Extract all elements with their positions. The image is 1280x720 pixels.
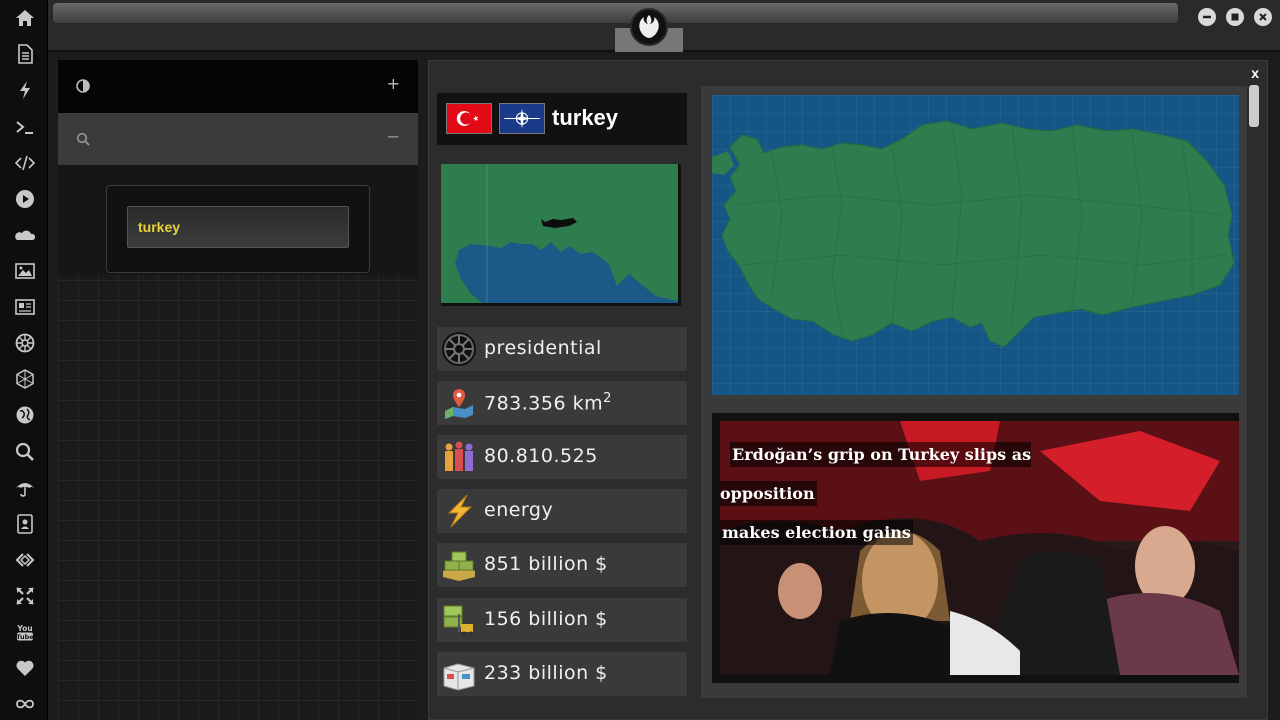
maximize-button[interactable] [1226,8,1244,26]
news-headline-line2: makes election gains [720,520,913,545]
collapse-minus[interactable]: − [387,127,400,146]
home-icon[interactable] [12,5,38,31]
terminal-icon[interactable] [12,114,38,140]
globe-icon[interactable] [12,402,38,428]
scrollbar-thumb[interactable] [1249,85,1259,127]
search-section [58,165,418,275]
lightning-icon [447,494,473,528]
population-icon [445,441,473,471]
country-name: turkey [552,105,619,130]
cloud-icon[interactable] [12,222,38,248]
panel-header-search[interactable]: − [58,113,418,165]
rebel-alliance-icon [639,15,659,38]
bolt-icon[interactable] [12,77,38,103]
nato-flag-icon [499,103,545,134]
forklift-goods-icon [443,605,474,637]
document-icon[interactable] [12,41,38,67]
contacts-icon[interactable] [12,511,38,537]
address-bar[interactable] [53,3,1178,23]
world-map-image [441,164,678,303]
cash-stack-icon [443,551,475,581]
expand-icon[interactable] [12,583,38,609]
import-boxes-icon [443,663,475,691]
country-map[interactable] [712,95,1239,395]
expand-plus[interactable]: + [387,74,400,93]
stat-population: 80.810.525 [437,435,687,479]
search-icon [76,132,90,146]
search-icon[interactable] [12,439,38,465]
svg-text:Tube: Tube [16,633,34,641]
empire-icon[interactable] [12,330,38,356]
gdp-value: 851 billion $ [484,553,608,575]
app-sidebar: You Tube [0,0,48,720]
exports-value: 156 billion $ [484,608,608,630]
close-window-button[interactable] [1254,8,1272,26]
link-icon[interactable] [12,547,38,573]
empire-emblem-icon [442,332,476,366]
stat-sector: energy [437,489,687,533]
map-pin-icon [445,389,473,419]
heart-icon[interactable] [12,655,38,681]
turkey-map-image [712,120,1235,348]
country-header: turkey [437,93,687,145]
infinity-icon[interactable] [12,691,38,717]
panel-header-theme[interactable]: + [58,60,418,113]
stat-gdp: 851 billion $ [437,543,687,587]
stat-government: presidential [437,327,687,371]
detail-area: Erdoğan’s grip on Turkey slips as opposi… [701,86,1247,698]
imports-value: 233 billion $ [484,662,608,684]
play-icon[interactable] [12,186,38,212]
government-type: presidential [484,337,602,359]
newspaper-icon[interactable] [12,294,38,320]
left-panel: + − [58,60,418,720]
image-icon[interactable] [12,258,38,284]
hexagon-icon[interactable] [12,366,38,392]
news-headline: Erdoğan’s grip on Turkey slips as opposi… [720,435,1100,552]
world-locator-map[interactable] [441,164,681,306]
minimize-button[interactable] [1198,8,1216,26]
contrast-icon [76,79,90,93]
area-number: 783.356 km [484,392,604,415]
code-icon[interactable] [12,150,38,176]
stat-exports: 156 billion $ [437,598,687,642]
svg-text:You: You [16,624,32,633]
stat-imports: 233 billion $ [437,652,687,696]
population-value: 80.810.525 [484,445,598,467]
top-bar [48,0,1280,52]
news-headline-line1: Erdoğan’s grip on Turkey slips as opposi… [720,442,1032,506]
country-panel: x turkey presidential 783.356 km2 80.810… [428,60,1268,720]
news-card[interactable]: Erdoğan’s grip on Turkey slips as opposi… [712,413,1239,683]
rebel-alliance-logo[interactable] [630,8,668,46]
country-search-input[interactable] [127,206,349,248]
turkey-flag-icon [446,103,492,134]
area-value: 783.356 km2 [484,391,612,414]
search-box [106,185,370,273]
close-panel-button[interactable]: x [1251,65,1259,81]
area-unit-exponent: 2 [603,391,612,406]
youtube-icon[interactable]: You Tube [12,619,38,645]
main-sector: energy [484,499,554,521]
umbrella-icon[interactable] [12,475,38,501]
stat-area: 783.356 km2 [437,381,687,425]
